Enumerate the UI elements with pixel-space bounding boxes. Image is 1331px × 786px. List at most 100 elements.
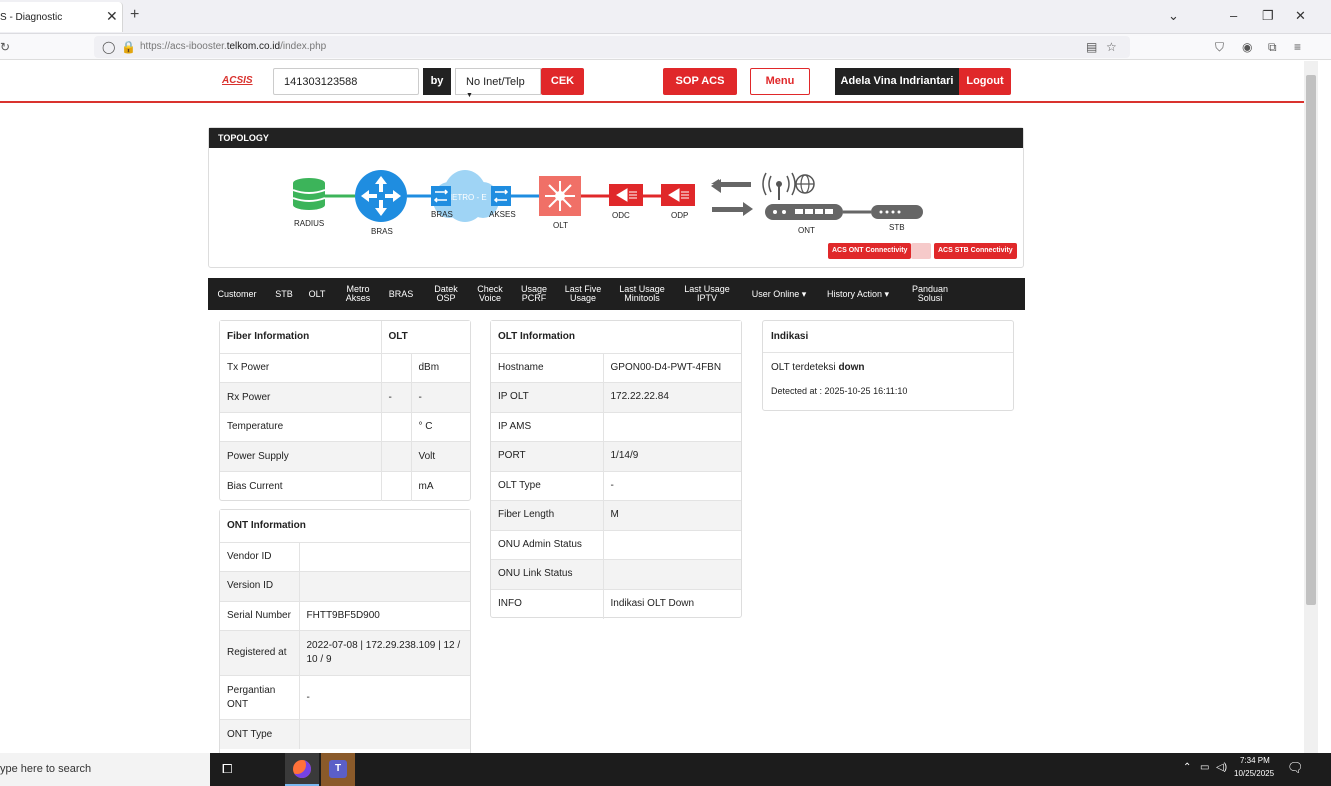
bookmark-star-icon[interactable]: ☆ <box>1106 40 1117 54</box>
lock-icon: 🔒 <box>121 40 136 54</box>
odc-icon[interactable] <box>609 184 643 206</box>
clock-time[interactable]: 7:34 PM <box>1240 756 1270 765</box>
menu-item[interactable]: Customer <box>208 278 266 310</box>
table-row: Rx Power - - <box>220 382 470 412</box>
akses-label: AKSES <box>489 210 516 219</box>
browser-nav-bar: ↻ ◯ 🔒 https://acs-ibooster.telkom.co.id/… <box>0 34 1331 60</box>
address-bar[interactable]: ◯ 🔒 https://acs-ibooster.telkom.co.id/in… <box>94 36 1130 58</box>
fiber-cell-label: Rx Power <box>220 382 381 412</box>
restore-icon[interactable]: ❐ <box>1262 8 1274 24</box>
menu-button[interactable]: Menu <box>750 68 810 95</box>
task-view-icon[interactable]: ⧠ <box>222 761 232 777</box>
app-logo[interactable]: ACSIS <box>222 75 253 86</box>
taskbar-search-placeholder: ype here to search <box>0 763 92 775</box>
app-menu-icon[interactable]: ≡ <box>1294 40 1301 54</box>
fiber-cell-label: Power Supply <box>220 441 381 471</box>
menu-item-label-line2: Solusi <box>917 293 943 303</box>
olt-info-title: OLT Information <box>491 321 741 353</box>
app-header: ACSIS 141303123588 by No Inet/Telp ▼ CEK… <box>0 61 1304 103</box>
pocket-icon[interactable]: ⛉ <box>1215 40 1224 55</box>
reader-view-icon[interactable]: ▤ <box>1086 40 1097 54</box>
new-tab-icon[interactable]: + <box>130 6 139 24</box>
radius-db-icon[interactable] <box>292 178 326 210</box>
firefox-taskbar-icon[interactable] <box>285 753 319 786</box>
scrollbar-thumb[interactable] <box>1306 75 1316 605</box>
sop-acs-button[interactable]: SOP ACS <box>663 68 737 95</box>
ont-cell-label: Version ID <box>220 571 299 601</box>
network-icon[interactable]: ▭ <box>1200 762 1209 773</box>
olt-cell-value: 1/14/9 <box>602 441 741 471</box>
menu-item[interactable]: Datek OSP <box>424 278 468 310</box>
menu-item[interactable]: STB <box>270 278 298 310</box>
menu-item[interactable]: Panduan Solusi <box>899 278 961 310</box>
topology-panel: TOPOLOGY METRO - E RADIUS BRAS BRAS AKSE… <box>208 127 1024 268</box>
close-tab-icon[interactable]: ✕ <box>106 8 118 25</box>
menu-item[interactable]: Usage PCRF <box>511 278 557 310</box>
cek-button[interactable]: CEK <box>541 68 584 95</box>
ont-cell-value <box>298 719 470 749</box>
menu-item[interactable]: Last Usage IPTV <box>675 278 739 310</box>
tracking-shield-icon[interactable]: ◯ <box>102 40 115 54</box>
table-row: Pergantian ONT - <box>220 675 470 720</box>
menu-item[interactable]: Metro Akses <box>336 278 380 310</box>
menu-item[interactable]: Check Voice <box>470 278 510 310</box>
indikasi-status-down: down <box>838 362 865 373</box>
menu-item[interactable]: BRAS <box>380 278 422 310</box>
olt-info-card: OLT Information Hostname GPON00-D4-PWT-4F… <box>490 320 742 619</box>
clock-date[interactable]: 10/25/2025 <box>1234 769 1274 778</box>
browser-tab[interactable]: S - Diagnostic ✕ <box>0 2 123 32</box>
fiber-cell-v2: mA <box>410 470 470 501</box>
stb-label: STB <box>889 223 905 232</box>
olt-cell-value: GPON00-D4-PWT-4FBN <box>602 352 741 383</box>
stb-device-icon[interactable] <box>871 205 923 219</box>
indikasi-status-text: OLT terdeteksi <box>771 362 839 373</box>
olt-cell-value: M <box>602 500 741 530</box>
taskbar-search[interactable]: ype here to search <box>0 753 210 786</box>
radius-label: RADIUS <box>294 219 325 228</box>
olt-cell-label: ONU Admin Status <box>491 529 603 560</box>
menu-item[interactable]: History Action ▾ <box>819 278 897 310</box>
indikasi-card: Indikasi OLT terdeteksi down Detected at… <box>762 320 1014 411</box>
ont-device-icon[interactable] <box>765 204 843 220</box>
table-row: Tx Power dBm <box>220 352 470 383</box>
olt-icon[interactable] <box>539 176 581 216</box>
bras-router-icon[interactable] <box>355 170 407 222</box>
search-input[interactable]: 141303123588 <box>273 68 419 95</box>
extensions-icon[interactable]: ⧉ <box>1268 40 1277 55</box>
reload-icon[interactable]: ↻ <box>0 40 10 54</box>
notification-icon[interactable]: 🗨 <box>1287 760 1304 776</box>
ont-info-table: ONT Information Vendor ID Version ID Seria… <box>220 510 470 749</box>
menu-item[interactable]: Last Usage Minitools <box>610 278 674 310</box>
menu-item-label-line2: Voice <box>478 293 502 303</box>
menu-item[interactable]: User Online ▾ <box>741 278 817 310</box>
ont-connectivity-button[interactable]: ACS ONT Connectivity <box>828 243 912 259</box>
search-type-select[interactable]: No Inet/Telp ▼ <box>455 68 541 99</box>
table-row: ONU Admin Status <box>491 529 741 560</box>
volume-icon[interactable]: ◁) <box>1216 762 1227 773</box>
page-scrollbar[interactable] <box>1304 61 1318 753</box>
teams-taskbar-icon[interactable]: T <box>321 753 355 786</box>
table-row: Serial Number FHTT9BF5D900 <box>220 600 470 631</box>
tray-chevron-icon[interactable]: ⌃ <box>1183 762 1191 773</box>
fiber-info-title: Fiber Information <box>220 321 381 353</box>
table-row: Temperature ° C <box>220 411 470 442</box>
menu-item-label-line2: OSP <box>436 293 456 303</box>
fiber-cell-v1 <box>380 411 411 442</box>
menu-item-label-line2: Minitools <box>624 293 660 303</box>
tab-title: S - Diagnostic <box>0 12 63 23</box>
switch-left-icon[interactable] <box>431 186 451 206</box>
switch-right-icon[interactable] <box>491 186 511 206</box>
menu-item[interactable]: OLT <box>299 278 335 310</box>
account-icon[interactable]: ◉ <box>1242 40 1252 54</box>
logout-button[interactable]: Logout <box>959 68 1011 95</box>
ont-cell-value <box>298 571 470 601</box>
olt-cell-value <box>602 529 741 560</box>
stb-connectivity-button[interactable]: ACS STB Connectivity <box>934 243 1017 259</box>
minimize-icon[interactable]: – <box>1230 8 1237 23</box>
table-row: IP OLT 172.22.22.84 <box>491 382 741 412</box>
window-close-icon[interactable]: ✕ <box>1295 8 1306 24</box>
menu-item[interactable]: Last Five Usage <box>558 278 608 310</box>
tab-list-chevron-icon[interactable]: ⌄ <box>1168 8 1179 24</box>
fiber-cell-v2: Volt <box>410 441 470 471</box>
odp-icon[interactable] <box>661 184 695 206</box>
